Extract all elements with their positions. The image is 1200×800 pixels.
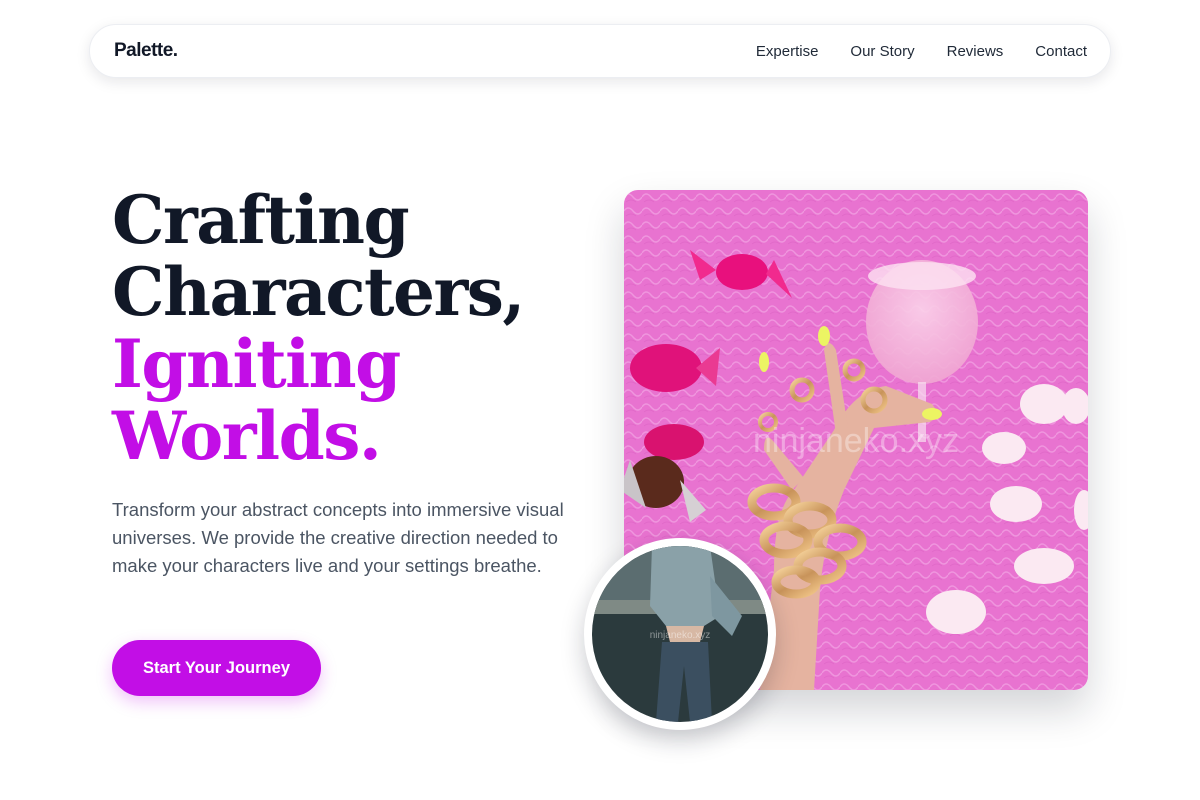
nav-link-our-story[interactable]: Our Story [850, 43, 914, 60]
top-navbar: Palette. Expertise Our Story Reviews Con… [89, 24, 1111, 78]
hero-description: Transform your abstract concepts into im… [112, 499, 564, 576]
nav-link-contact[interactable]: Contact [1035, 43, 1087, 60]
headline-line-3: Igniting [112, 325, 401, 403]
brand-logo[interactable]: Palette. [114, 40, 178, 62]
avatar-image: ninjaneko.xyz [592, 546, 768, 722]
nav-link-expertise[interactable]: Expertise [756, 43, 819, 60]
nav-link-reviews[interactable]: Reviews [947, 43, 1004, 60]
nav-links: Expertise Our Story Reviews Contact [756, 43, 1087, 60]
start-journey-button[interactable]: Start Your Journey [112, 640, 321, 696]
avatar-frame: ninjaneko.xyz [584, 538, 776, 730]
main-image-watermark: ninjaneko.xyz [753, 422, 959, 460]
avatar-watermark: ninjaneko.xyz [650, 630, 711, 641]
headline-line-2: Characters, [112, 253, 525, 331]
headline-line-1: Crafting [112, 181, 410, 259]
hero-headline: Crafting Characters, Igniting Worlds. [112, 181, 525, 475]
headline-line-4: Worlds. [112, 397, 382, 475]
